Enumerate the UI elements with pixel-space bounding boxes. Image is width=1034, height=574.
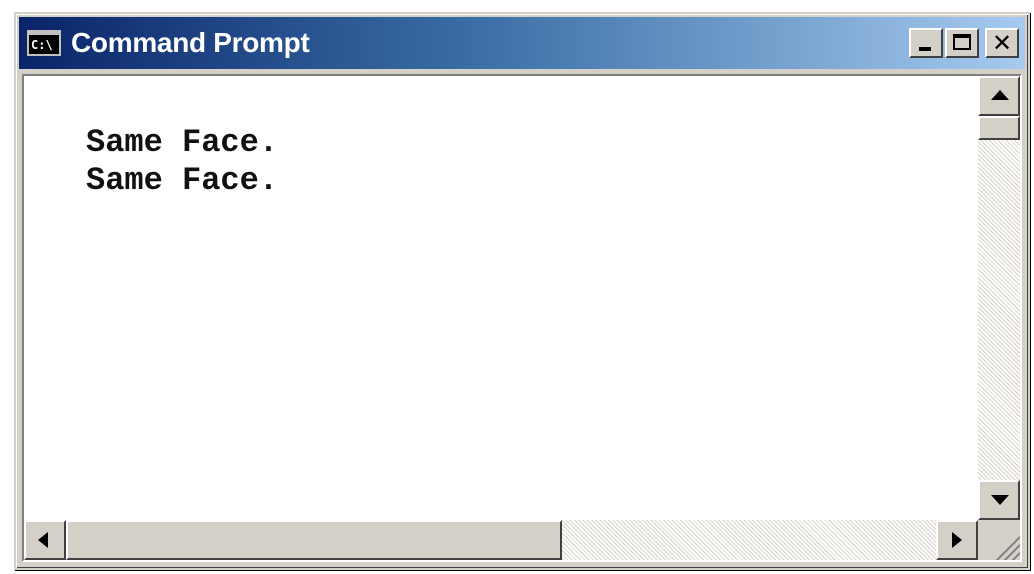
vertical-scroll-thumb[interactable] <box>978 116 1020 140</box>
horizontal-scroll-thumb[interactable] <box>66 520 562 560</box>
minimize-icon <box>919 47 931 51</box>
console-output[interactable]: Same Face. Same Face. <box>24 76 978 520</box>
scroll-left-button[interactable] <box>24 520 66 560</box>
scroll-up-button[interactable] <box>978 76 1020 116</box>
console-line: Same Face. <box>86 162 279 199</box>
console-line: Same Face. <box>86 124 279 161</box>
arrow-down-icon <box>991 495 1009 505</box>
close-icon: ✕ <box>991 29 1013 57</box>
resize-grip-icon[interactable] <box>978 520 1020 560</box>
close-button[interactable]: ✕ <box>985 28 1019 58</box>
arrow-right-icon <box>952 532 962 548</box>
window-title: Command Prompt <box>71 27 310 58</box>
title-bar[interactable]: C:\ Command Prompt ✕ <box>19 17 1025 69</box>
arrow-left-icon <box>38 532 48 548</box>
horizontal-scrollbar[interactable] <box>24 520 978 560</box>
cmd-icon[interactable]: C:\ <box>27 30 61 56</box>
maximize-icon <box>953 34 971 50</box>
minimize-button[interactable] <box>909 28 943 58</box>
command-prompt-window: C:\ Command Prompt ✕ Same Face. Same Fac… <box>14 12 1030 570</box>
arrow-up-icon <box>991 90 1009 100</box>
cmd-icon-text: C:\ <box>31 38 53 52</box>
vertical-scrollbar[interactable] <box>978 76 1020 520</box>
title-bar-controls: ✕ <box>909 28 1019 58</box>
scroll-right-button[interactable] <box>936 520 978 560</box>
maximize-button[interactable] <box>945 28 979 58</box>
scroll-down-button[interactable] <box>978 480 1020 520</box>
console-client-area: Same Face. Same Face. <box>22 74 1022 562</box>
